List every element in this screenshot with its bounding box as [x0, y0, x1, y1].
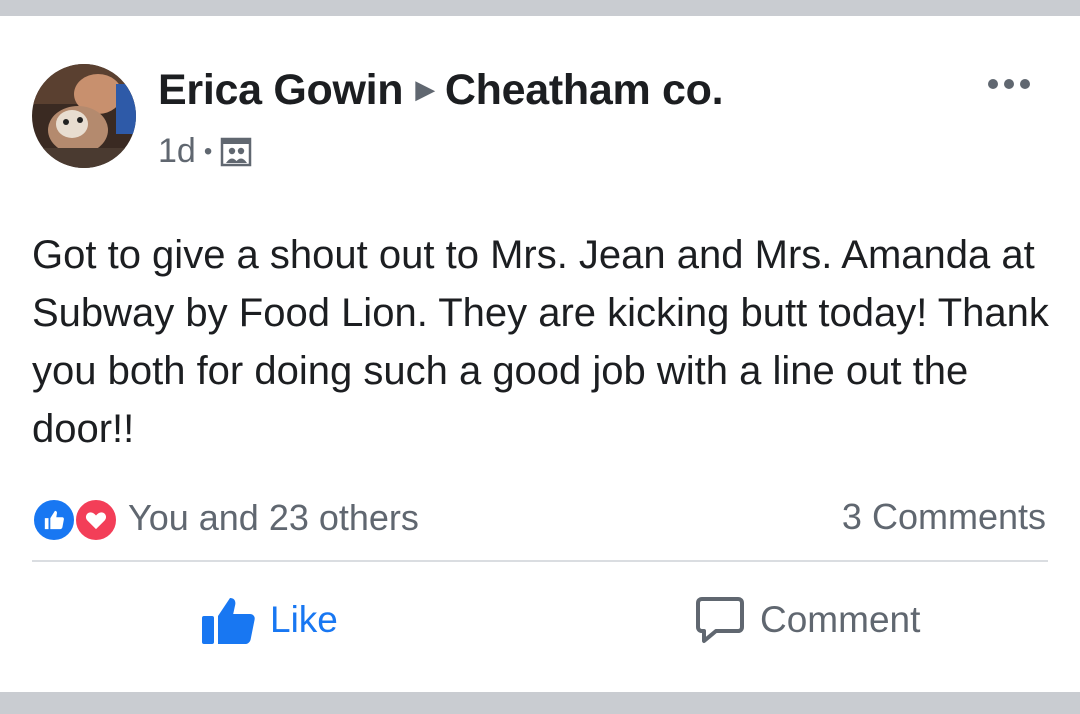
post-time[interactable]: 1d: [158, 132, 196, 171]
author-name[interactable]: Erica Gowin: [158, 66, 404, 114]
post-meta: 1d •: [158, 132, 252, 171]
reaction-icons: [32, 496, 122, 542]
meta-separator: •: [203, 137, 213, 165]
reactions-summary[interactable]: You and 23 others: [32, 494, 419, 542]
reactions-text: You and 23 others: [128, 497, 419, 538]
like-button[interactable]: Like: [200, 590, 338, 650]
comment-button[interactable]: Comment: [694, 590, 920, 650]
avatar-photo: [32, 64, 136, 168]
love-reaction-icon: [74, 498, 118, 542]
post-card: Erica Gowin ▶ Cheatham co. 1d • Got to giv…: [0, 16, 1080, 692]
comment-bubble-icon: [696, 597, 744, 643]
post-text: Got to give a shout out to Mrs. Jean and…: [32, 233, 1049, 451]
thumbs-up-icon: [202, 598, 255, 644]
more-options-icon[interactable]: [984, 72, 1034, 96]
like-reaction-icon: [32, 498, 76, 542]
comment-label: Comment: [760, 599, 921, 640]
group-name[interactable]: Cheatham co.: [445, 66, 724, 114]
divider: [32, 560, 1048, 562]
group-audience-icon: [220, 137, 252, 166]
post-header: Erica Gowin ▶ Cheatham co.: [158, 66, 724, 115]
comments-count[interactable]: 3 Comments: [842, 496, 1046, 538]
avatar[interactable]: [32, 64, 136, 168]
like-label: Like: [270, 599, 338, 640]
right-triangle-icon: ▶: [415, 74, 435, 104]
